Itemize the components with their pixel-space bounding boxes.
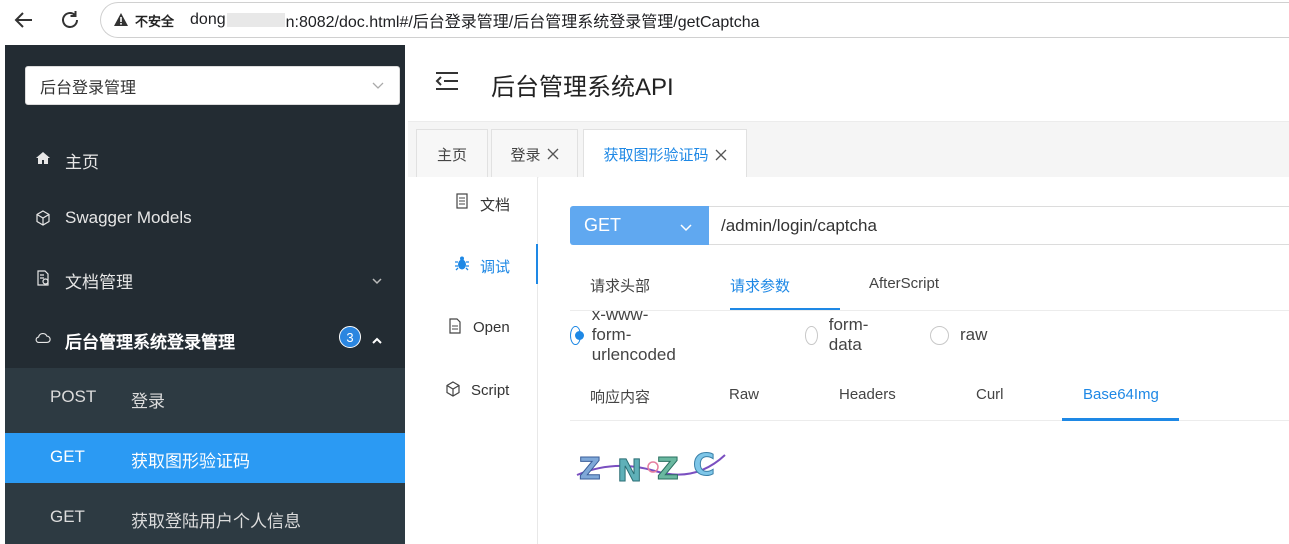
chevron-down-icon bbox=[371, 79, 385, 98]
response-tabs: 响应内容 Raw Headers Curl Base64Img bbox=[570, 374, 1289, 421]
sidebar-submenu: POST 登录 GET 获取图形验证码 GET 获取登陆用户个人信息 bbox=[5, 368, 405, 544]
radio-circle bbox=[570, 325, 584, 345]
chevron-up-icon bbox=[371, 332, 383, 352]
cube-icon bbox=[35, 210, 51, 226]
browser-toolbar: 不安全 dong n:8082/doc.html#/后台登录管理/后台管理系统登录… bbox=[0, 0, 1289, 42]
radio-urlencoded[interactable]: x-www-form-urlencoded bbox=[570, 305, 684, 364]
page-title: 后台管理系统API bbox=[491, 74, 674, 101]
close-icon[interactable] bbox=[715, 149, 727, 161]
home-icon bbox=[35, 150, 51, 166]
sidebar-item-label: 文档管理 bbox=[65, 273, 133, 292]
reload-icon bbox=[62, 11, 78, 28]
url-host: dong bbox=[190, 11, 226, 28]
doc-gear-icon bbox=[35, 270, 51, 286]
bug-icon bbox=[454, 255, 470, 271]
sidebar-item-label: Swagger Models bbox=[65, 208, 192, 227]
document-icon bbox=[454, 193, 470, 209]
tab-home[interactable]: 主页 bbox=[416, 129, 488, 178]
vtab-label: 文档 bbox=[480, 197, 511, 214]
count-badge: 3 bbox=[339, 326, 361, 348]
warning-icon bbox=[113, 12, 129, 28]
url-redaction bbox=[226, 13, 285, 27]
sidebar-subitem-label: 获取登陆用户个人信息 bbox=[131, 512, 301, 531]
sidebar-item-doc-manage[interactable]: 文档管理 bbox=[5, 248, 405, 308]
radio-label: x-www-form-urlencoded bbox=[591, 305, 676, 364]
vtab-label: 调试 bbox=[480, 259, 511, 276]
chevron-down-icon bbox=[679, 219, 693, 240]
tab-request-params[interactable]: 请求参数 bbox=[730, 275, 790, 296]
captcha-char-2: N bbox=[617, 454, 642, 489]
radio-raw[interactable]: raw bbox=[930, 323, 987, 347]
radio-circle bbox=[805, 325, 818, 345]
script-icon bbox=[445, 381, 461, 397]
active-tab-indicator bbox=[730, 308, 840, 310]
vtab-label: Open bbox=[473, 319, 510, 336]
vtab-debug[interactable]: 调试 bbox=[408, 244, 538, 284]
tab-login[interactable]: 登录 bbox=[491, 129, 578, 178]
tab-raw[interactable]: Raw bbox=[729, 386, 759, 403]
sidebar-item-login-manage[interactable]: 后台管理系统登录管理 3 bbox=[5, 308, 405, 368]
request-tabs: 请求头部 请求参数 AfterScript bbox=[570, 261, 1289, 311]
sidebar-subitem-user-info[interactable]: GET 获取登陆用户个人信息 bbox=[5, 493, 405, 543]
sidebar-subitem-label: 登录 bbox=[131, 392, 165, 411]
method-select[interactable]: GET bbox=[570, 206, 709, 245]
vertical-tabs: 文档 调试 Open Script bbox=[408, 177, 538, 544]
close-icon[interactable] bbox=[547, 148, 559, 160]
tab-headers[interactable]: Headers bbox=[839, 386, 896, 403]
sidebar-item-home[interactable]: 主页 bbox=[5, 128, 405, 188]
reload-button[interactable] bbox=[56, 6, 84, 34]
method-select-value: GET bbox=[584, 215, 622, 235]
menu-fold-icon[interactable] bbox=[435, 71, 459, 96]
sidebar-item-label: 后台管理系统登录管理 bbox=[65, 333, 235, 352]
vtab-label: Script bbox=[471, 382, 510, 399]
captcha-char-4: C bbox=[693, 448, 715, 483]
captcha-char-1: Z bbox=[579, 452, 601, 487]
sidebar-subitem-get-captcha[interactable]: GET 获取图形验证码 bbox=[5, 433, 405, 483]
http-method: POST bbox=[50, 387, 97, 406]
vtab-open[interactable]: Open bbox=[408, 307, 538, 347]
captcha-char-3: Z bbox=[657, 452, 679, 487]
group-select-value: 后台登录管理 bbox=[40, 79, 137, 97]
tab-label: 主页 bbox=[436, 146, 467, 164]
cloud-icon bbox=[35, 330, 51, 346]
back-button[interactable] bbox=[10, 6, 38, 34]
request-path-value: /admin/login/captcha bbox=[721, 215, 877, 235]
vtab-script[interactable]: Script bbox=[408, 370, 538, 410]
main-header: 后台管理系统API bbox=[405, 45, 1289, 117]
request-path-input[interactable]: /admin/login/captcha bbox=[709, 206, 1289, 245]
tab-label: 获取图形验证码 bbox=[603, 147, 709, 164]
sidebar-subitem-label: 获取图形验证码 bbox=[131, 452, 250, 471]
group-select[interactable]: 后台登录管理 bbox=[25, 66, 400, 105]
sidebar-item-swagger-models[interactable]: Swagger Models bbox=[5, 188, 405, 248]
active-tab-indicator bbox=[1062, 418, 1179, 421]
chevron-down-icon bbox=[371, 272, 383, 292]
sidebar-item-label: 主页 bbox=[65, 153, 99, 172]
tab-response-content[interactable]: 响应内容 bbox=[590, 386, 650, 407]
tab-after-script[interactable]: AfterScript bbox=[869, 275, 939, 292]
sidebar-subitem-login[interactable]: POST 登录 bbox=[5, 373, 405, 423]
tab-curl[interactable]: Curl bbox=[976, 386, 1004, 403]
arrow-left-icon bbox=[14, 12, 32, 28]
address-bar[interactable]: 不安全 dong n:8082/doc.html#/后台登录管理/后台管理系统登录… bbox=[100, 2, 1289, 38]
radio-circle bbox=[930, 325, 949, 345]
insecure-label: 不安全 bbox=[135, 13, 175, 29]
debug-panel: GET /admin/login/captcha 请求头部 请求参数 After… bbox=[539, 177, 1289, 544]
tab-get-captcha[interactable]: 获取图形验证码 bbox=[583, 129, 747, 179]
tab-label: 登录 bbox=[510, 146, 541, 164]
captcha-image: Z N Z C bbox=[575, 445, 727, 490]
radio-label: raw bbox=[960, 325, 988, 344]
radio-form-data[interactable]: form-data bbox=[805, 315, 875, 354]
file-icon bbox=[447, 318, 463, 334]
tab-base64img[interactable]: Base64Img bbox=[1083, 386, 1159, 403]
tab-request-headers[interactable]: 请求头部 bbox=[590, 275, 650, 296]
sidebar: 后台登录管理 主页 Swagger Models 文档管理 后台管理系统登录管理… bbox=[5, 45, 405, 544]
radio-label: form-data bbox=[828, 315, 869, 354]
url-path: n:8082/doc.html#/后台登录管理/后台管理系统登录管理/getCa… bbox=[285, 14, 760, 31]
http-method: GET bbox=[50, 507, 85, 526]
vtab-doc[interactable]: 文档 bbox=[408, 182, 538, 222]
http-method: GET bbox=[50, 447, 85, 466]
tab-bar: 主页 登录 获取图形验证码 bbox=[408, 121, 1289, 179]
